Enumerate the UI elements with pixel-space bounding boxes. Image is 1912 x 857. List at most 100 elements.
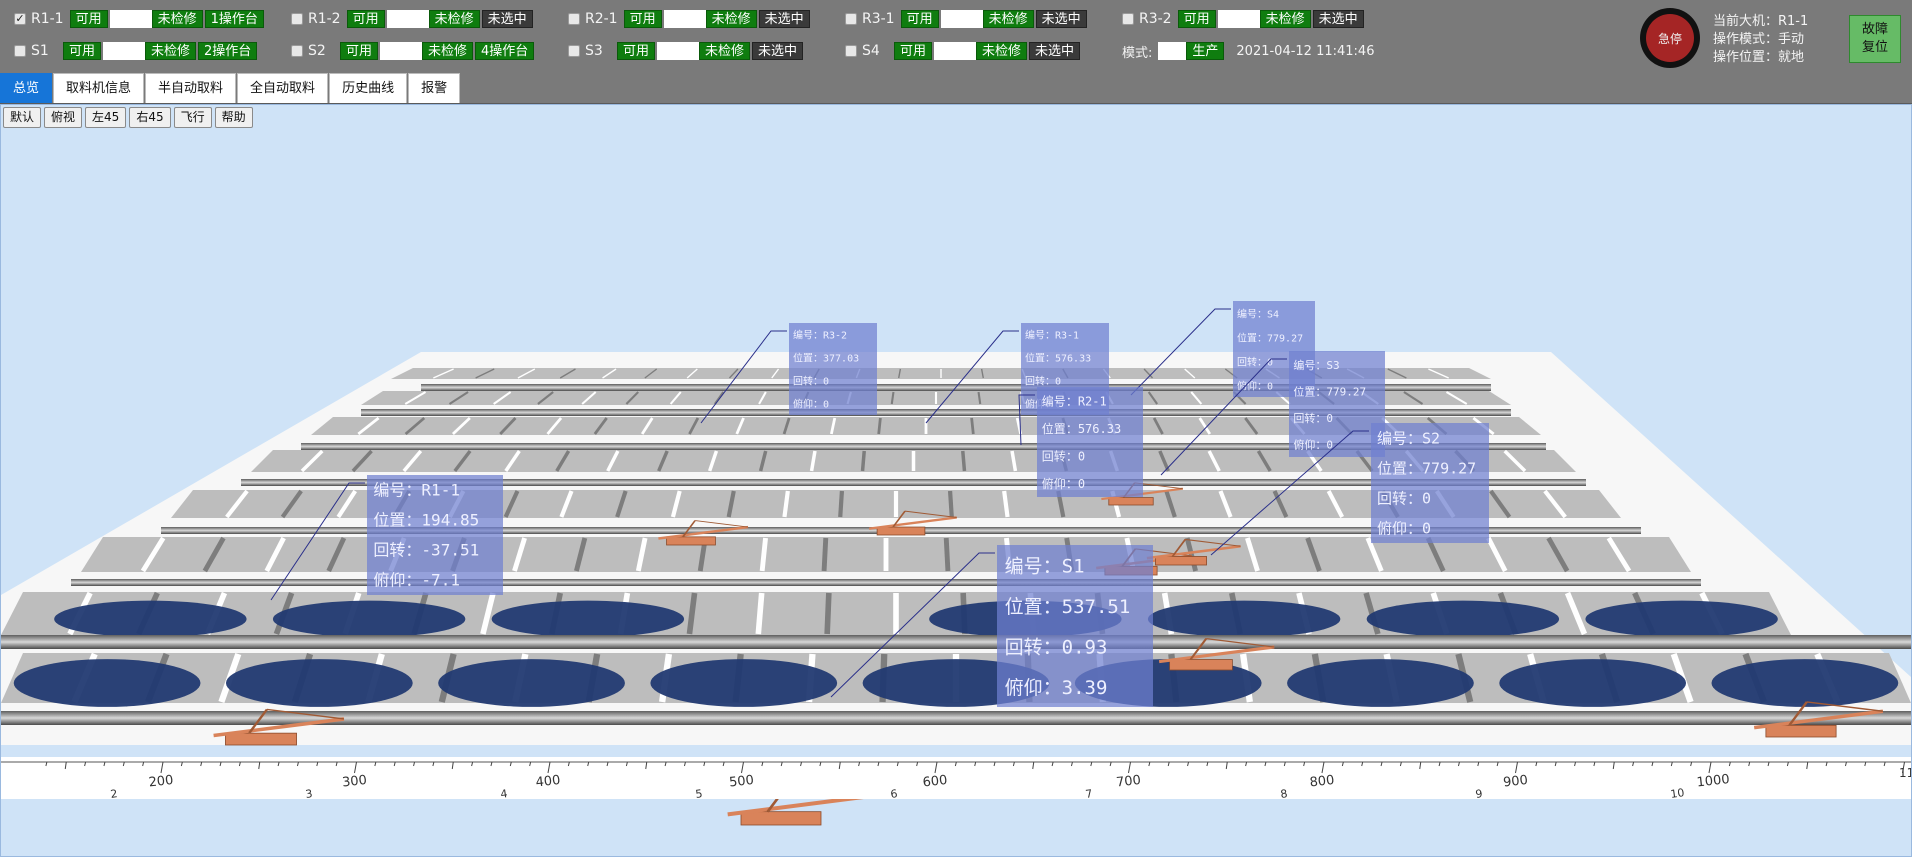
info-separator: ：	[405, 540, 421, 559]
coal-pile	[1585, 600, 1778, 638]
tab-3[interactable]: 全自动取料	[237, 73, 329, 103]
machine-name: R3-2	[1139, 11, 1172, 27]
machine-checkbox[interactable]	[568, 13, 580, 25]
info-field-label: 编号	[1237, 307, 1257, 320]
info-field-label: 位置	[1042, 421, 1066, 436]
info-separator: ：	[1407, 429, 1422, 447]
info-separator: ：	[1043, 637, 1062, 659]
info-separator: ：	[1315, 386, 1326, 399]
info-line: 位置：779.27	[1293, 385, 1366, 399]
ruler-major-label: 900	[1502, 773, 1528, 791]
machine-checkbox[interactable]	[845, 45, 857, 57]
info-separator: ：	[1257, 357, 1267, 368]
bed-stripe	[824, 592, 832, 635]
info-field-label: 回转	[1377, 489, 1407, 507]
info-field-value: R3-2	[823, 331, 847, 342]
tab-4[interactable]: 历史曲线	[329, 73, 408, 103]
available-badge: 可用	[623, 10, 662, 28]
machine-input[interactable]	[386, 10, 429, 28]
bed-stripe	[877, 417, 882, 435]
info-line: 回转：0	[1042, 449, 1085, 464]
info-field-value: S4	[1267, 309, 1279, 320]
info-field-value: 0	[1055, 377, 1061, 388]
machine-row-r1-2: R1-2 可用 未检修 未选中	[291, 8, 535, 30]
timestamp: 2021-04-12 11:41:46	[1236, 43, 1375, 59]
info-line: 编号：S2	[1377, 429, 1440, 447]
view-button-5[interactable]: 帮助	[214, 107, 253, 128]
info-field-label: 回转	[1005, 637, 1043, 659]
machine-input[interactable]	[657, 42, 700, 60]
info-separator: ：	[1315, 412, 1326, 425]
coal-pile	[1147, 600, 1341, 638]
info-line: 回转：0	[793, 375, 829, 388]
machine-input[interactable]	[934, 42, 977, 60]
emergency-stop-label: 急停	[1646, 14, 1694, 62]
machine-input[interactable]	[103, 42, 146, 60]
info-card-r2-1[interactable]: 编号：R2-1位置：576.33回转：0俯仰：0	[1018, 387, 1143, 497]
mode-input[interactable]	[1158, 42, 1187, 60]
info-field-value: 779.27	[1326, 386, 1366, 399]
machine-input[interactable]	[1217, 10, 1260, 28]
view-button-4[interactable]: 飞行	[173, 107, 212, 128]
machine-checkbox[interactable]	[291, 13, 303, 25]
view-button-1[interactable]: 俯视	[44, 107, 83, 128]
station-badge: 未选中	[481, 10, 533, 28]
machine-checkbox[interactable]: ✓	[14, 13, 26, 25]
info-line: 俯仰：-7.1	[373, 570, 460, 589]
status-info: 当前大机：R1-1 操作模式：手动 操作位置：就地	[1713, 13, 1808, 67]
info-separator: ：	[1407, 489, 1422, 507]
info-field-label: 编号	[373, 480, 405, 499]
info-line: 位置：779.27	[1377, 459, 1476, 477]
view-button-3[interactable]: 右45	[129, 107, 171, 128]
info-separator: ：	[1257, 381, 1267, 392]
info-separator: ：	[1045, 377, 1055, 388]
machine-checkbox[interactable]	[1122, 13, 1134, 25]
info-field-label: 回转	[793, 375, 813, 388]
3d-yard-viewport[interactable]: 默认 俯视 左45 右45 飞行 帮助 编号：R3-2 位置：377.03 回转：0 俯仰：0 编…	[0, 104, 1912, 857]
info-line: 回转：-37.51	[373, 540, 479, 559]
coal-pile	[54, 600, 247, 638]
machine-row-s3: S3 可用 未检修 未选中	[568, 40, 805, 62]
view-button-0[interactable]: 默认	[3, 107, 42, 128]
bed-stripe	[759, 537, 768, 572]
available-badge: 可用	[1177, 10, 1216, 28]
info-field-label: 回转	[1293, 411, 1315, 425]
info-line: 俯仰：0	[793, 398, 829, 411]
machine-checkbox[interactable]	[14, 45, 26, 57]
machine-row-r1-1: ✓ R1-1 可用 未检修 1操作台	[14, 8, 266, 30]
machine-checkbox[interactable]	[291, 45, 303, 57]
maintenance-badge: 未检修	[1259, 10, 1311, 28]
machine-checkbox[interactable]	[845, 13, 857, 25]
machine-row-s4: S4 可用 未检修 未选中	[845, 40, 1082, 62]
info-separator: ：	[1257, 333, 1267, 344]
tab-1[interactable]: 取料机信息	[53, 73, 145, 103]
info-field-label: 俯仰	[373, 570, 405, 589]
machine-input[interactable]	[663, 10, 706, 28]
machine-name: R1-1	[31, 11, 64, 27]
info-separator: ：	[1043, 677, 1062, 699]
tab-0[interactable]: 总览	[0, 73, 53, 103]
machine-checkbox[interactable]	[568, 45, 580, 57]
info-field-value: -7.1	[421, 570, 460, 589]
view-button-2[interactable]: 左45	[85, 107, 127, 128]
emergency-stop-button[interactable]: 急停	[1640, 8, 1700, 68]
info-separator: ：	[1407, 519, 1422, 537]
tab-5[interactable]: 报警	[408, 73, 461, 103]
info-field-label: 俯仰	[1005, 677, 1043, 699]
tab-2[interactable]: 半自动取料	[145, 73, 237, 103]
fault-reset-button[interactable]: 故障 复位	[1849, 15, 1901, 63]
coal-pile	[650, 659, 838, 707]
info-separator: ：	[1066, 422, 1078, 436]
machine-input[interactable]	[109, 10, 152, 28]
maintenance-badge: 未检修	[699, 42, 751, 60]
maintenance-badge: 未检修	[705, 10, 757, 28]
machine-input[interactable]	[940, 10, 983, 28]
info-field-label: 俯仰	[1042, 476, 1066, 491]
coal-pile	[1287, 659, 1474, 707]
yard-scene: 编号：R3-2位置：377.03回转：0俯仰：0编号：R3-1位置：576.33…	[1, 301, 1911, 826]
info-separator: ：	[405, 480, 421, 499]
info-line: 回转：0	[1237, 355, 1273, 368]
machine-name: S1	[31, 43, 49, 59]
machine-row-r3-1: R3-1 可用 未检修 未选中	[845, 8, 1089, 30]
machine-input[interactable]	[380, 42, 423, 60]
